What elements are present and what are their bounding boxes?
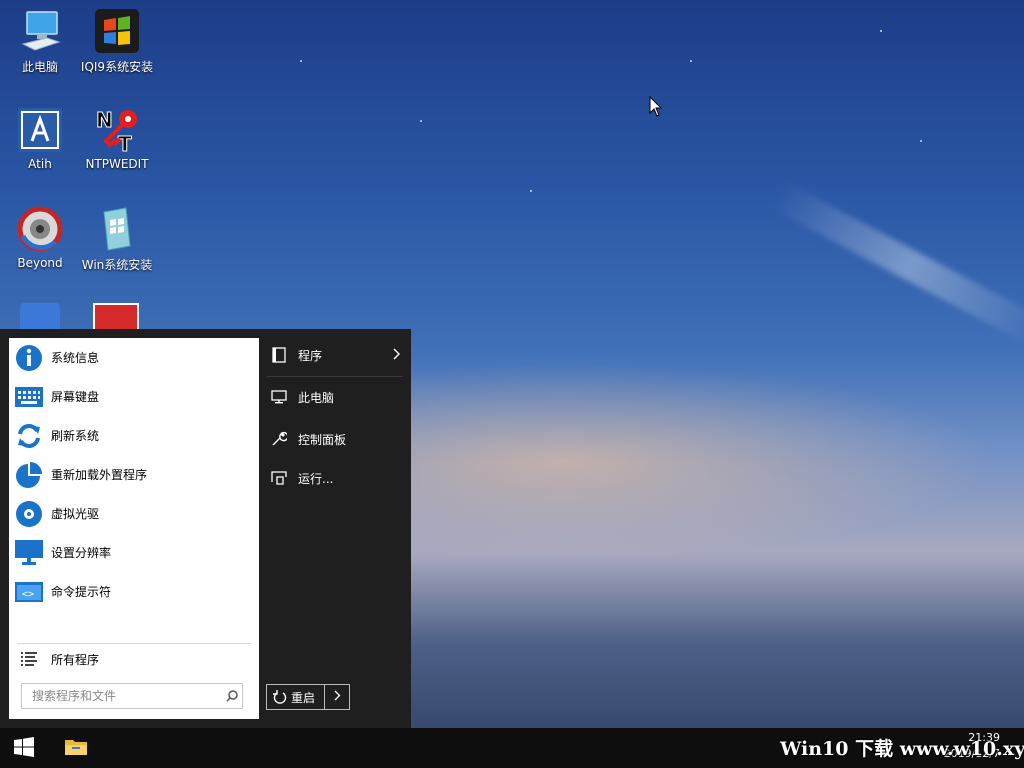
wallpaper-star	[420, 120, 422, 122]
wrench-icon	[269, 429, 289, 449]
info-icon	[14, 343, 44, 373]
svg-text:<>: <>	[22, 589, 34, 600]
this-pc-label: 此电脑	[298, 390, 335, 405]
refresh-icon	[14, 421, 44, 451]
wallpaper-star	[920, 140, 922, 142]
menu-item-control-panel[interactable]: 控制面板	[267, 420, 403, 458]
start-menu: 系统信息 屏幕键盘 刷新系统 重新加载外置程序 虚拟光驱 设置分辨率 <> 命令…	[0, 329, 411, 728]
computer-icon	[17, 8, 63, 54]
start-button[interactable]	[0, 728, 48, 768]
chevron-right-icon	[393, 348, 401, 363]
menu-item-label: 虚拟光驱	[51, 507, 100, 521]
run-label: 运行...	[298, 471, 334, 486]
desktop-icon-label: IQI9系统安装	[80, 60, 154, 74]
all-programs-button[interactable]: 所有程序	[9, 646, 259, 672]
partial-desktop-icon[interactable]	[20, 303, 60, 329]
document-icon	[269, 345, 289, 365]
start-menu-right-pane: 程序 此电脑 控制面板 运行... 重启	[259, 329, 411, 728]
monitor-icon	[14, 538, 44, 568]
taskbar: 21:39 2019/12/7 Win10 下载 www.w10.xyz	[0, 728, 1024, 768]
menu-item-onscreen-keyboard[interactable]: 屏幕键盘	[9, 377, 259, 416]
desktop-icon-atih[interactable]: Atih	[0, 107, 80, 171]
desktop-icon-ntpwedit[interactable]: NT NTPWEDIT	[77, 107, 157, 172]
taskbar-file-explorer[interactable]	[56, 728, 96, 768]
computer-icon	[269, 387, 289, 407]
disc-icon	[14, 499, 44, 529]
desktop-icon-win-installer[interactable]: Win系统安装	[77, 206, 157, 273]
desktop-icon-computer[interactable]: 此电脑	[0, 8, 80, 75]
menu-item-label: 刷新系统	[51, 429, 100, 443]
menu-item-system-info[interactable]: 系统信息	[9, 338, 259, 377]
menu-item-run[interactable]: 运行...	[267, 459, 403, 497]
restart-label: 重启	[291, 690, 316, 705]
desktop-icon-label: Win系统安装	[81, 258, 153, 272]
wallpaper-star	[530, 190, 532, 192]
restart-button-group: 重启	[266, 684, 350, 710]
start-menu-left-pane: 系统信息 屏幕键盘 刷新系统 重新加载外置程序 虚拟光驱 设置分辨率 <> 命令…	[9, 338, 259, 719]
wallpaper-star	[690, 60, 692, 62]
menu-item-virtual-drive[interactable]: 虚拟光驱	[9, 494, 259, 533]
desktop-icon-label: 此电脑	[21, 60, 58, 74]
pie-chart-icon	[14, 460, 44, 490]
all-programs-label: 所有程序	[51, 652, 100, 667]
partial-desktop-icon[interactable]	[93, 303, 139, 329]
menu-item-this-pc[interactable]: 此电脑	[267, 378, 403, 416]
control-panel-label: 控制面板	[298, 432, 347, 447]
acronis-a-icon	[17, 107, 63, 153]
desktop-icon-label: NTPWEDIT	[85, 157, 149, 171]
chevron-right-icon	[334, 690, 341, 704]
restart-icon	[273, 690, 287, 704]
search-icon[interactable]	[222, 690, 242, 702]
search-input[interactable]	[30, 688, 222, 704]
programs-label: 程序	[298, 348, 323, 363]
mouse-cursor-icon	[649, 96, 663, 117]
list-icon	[14, 652, 44, 666]
wallpaper-cloud	[770, 181, 1024, 349]
watermark-text: Win10 下载 www.w10.xyz	[780, 738, 1024, 760]
menu-item-set-resolution[interactable]: 设置分辨率	[9, 533, 259, 572]
wallpaper-star	[300, 60, 302, 62]
nt-key-icon: NT	[94, 107, 140, 157]
menu-item-reload-external[interactable]: 重新加载外置程序	[9, 455, 259, 494]
desktop-icon-label: Beyond	[17, 256, 63, 270]
power-options-button[interactable]	[325, 685, 349, 709]
menu-item-refresh-system[interactable]: 刷新系统	[9, 416, 259, 455]
menu-item-label: 屏幕键盘	[51, 390, 100, 404]
menu-separator	[17, 643, 251, 644]
keyboard-icon	[14, 382, 44, 412]
desktop-icon-beyond[interactable]: Beyond	[0, 206, 80, 270]
command-prompt-icon: <>	[14, 577, 44, 607]
beyond-compare-icon	[17, 206, 63, 252]
windows-xp-logo-icon	[94, 8, 140, 54]
desktop-icon-iqi9[interactable]: IQI9系统安装	[77, 8, 157, 75]
svg-text:N: N	[96, 108, 113, 132]
menu-item-label: 命令提示符	[51, 585, 112, 599]
win-installer-icon	[94, 206, 140, 252]
menu-item-label: 重新加载外置程序	[51, 468, 148, 482]
search-box[interactable]	[21, 683, 243, 709]
run-icon	[269, 468, 289, 488]
menu-item-label: 系统信息	[51, 351, 100, 365]
desktop-icon-label: Atih	[28, 157, 52, 171]
menu-item-command-prompt[interactable]: <> 命令提示符	[9, 572, 259, 611]
windows-logo-icon	[14, 736, 34, 760]
svg-text:T: T	[118, 132, 132, 153]
menu-separator	[267, 376, 403, 377]
folder-icon	[64, 737, 88, 760]
restart-button[interactable]: 重启	[267, 685, 325, 709]
menu-item-programs[interactable]: 程序	[267, 336, 403, 374]
wallpaper-star	[880, 30, 882, 32]
menu-item-label: 设置分辨率	[51, 546, 112, 560]
